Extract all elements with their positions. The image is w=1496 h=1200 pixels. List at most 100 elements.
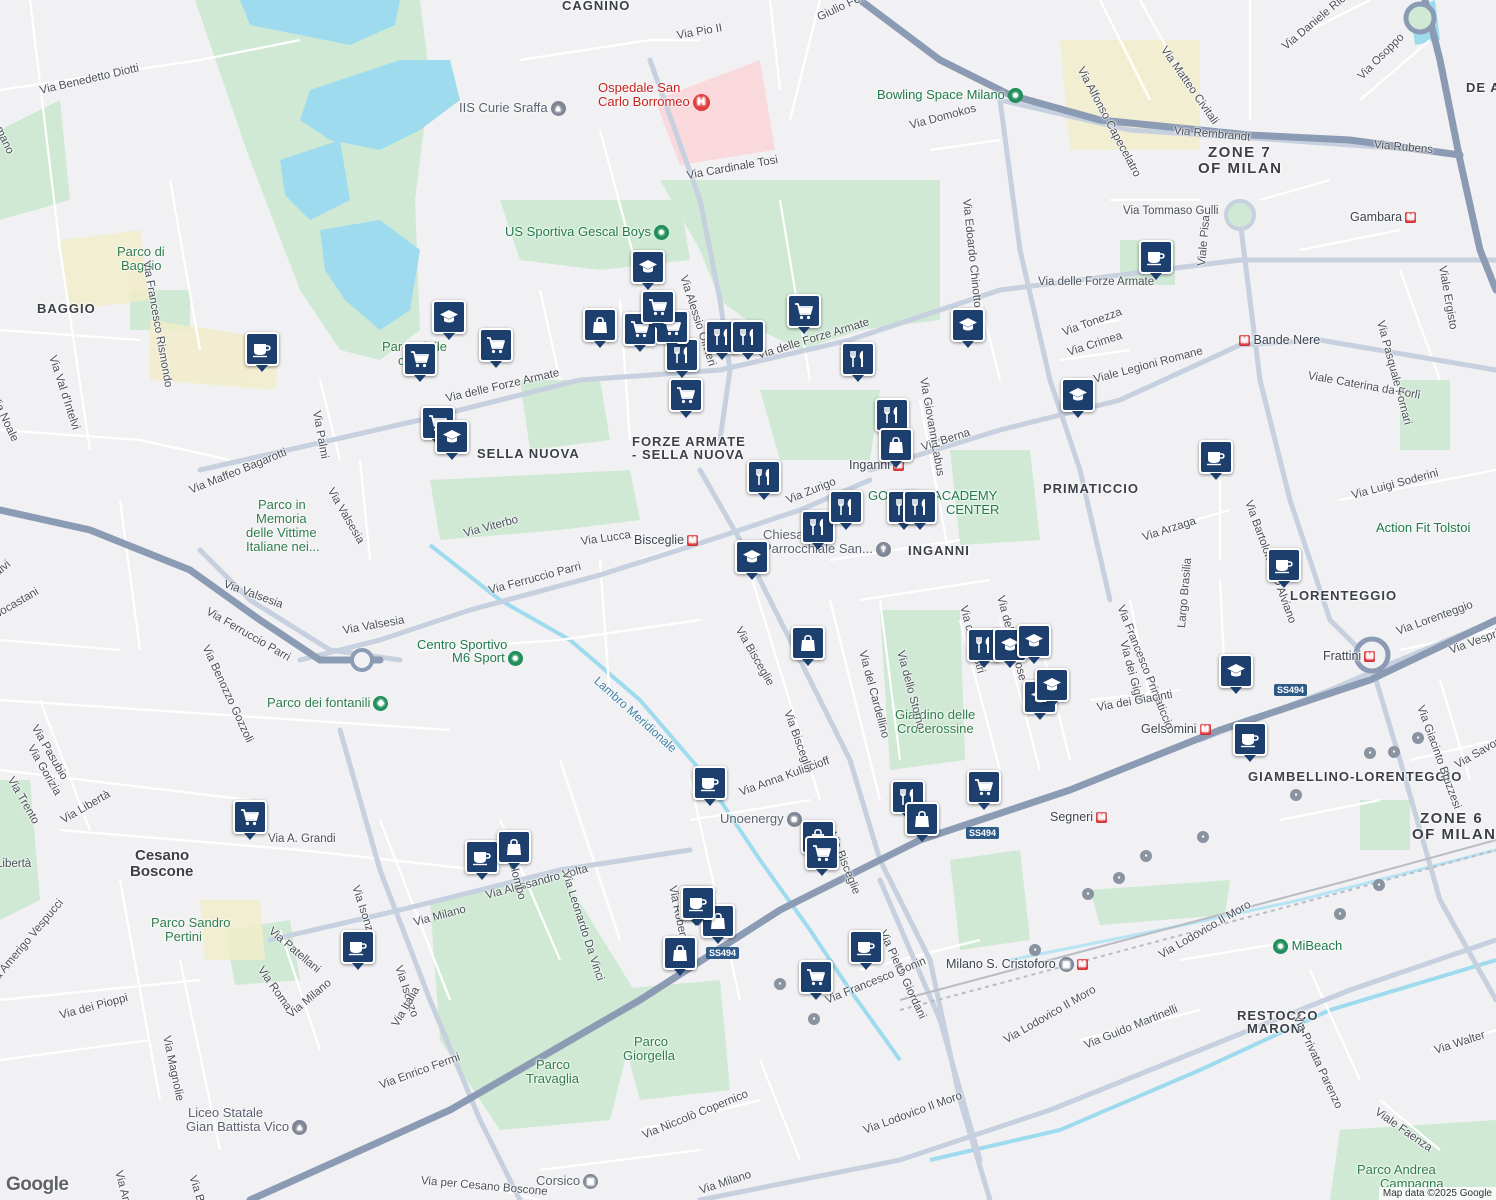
shopping-bag-marker[interactable]: [663, 936, 697, 976]
metro-station-label[interactable]: Milano S. Cristoforo ▣ M: [946, 957, 1088, 973]
grocery-cart-marker[interactable]: [233, 800, 267, 840]
grocery-cart-marker[interactable]: [479, 328, 513, 368]
park-area: [950, 850, 1030, 950]
restaurant-marker[interactable]: [731, 320, 765, 360]
poi-label-sport[interactable]: M6 Sport ●: [452, 650, 523, 667]
metro-station-label[interactable]: Gelsomini M: [1141, 722, 1211, 736]
poi-label-sport[interactable]: US Sportiva Gescal Boys ●: [505, 224, 669, 241]
bus-stop-icon[interactable]: ▪: [1364, 747, 1376, 759]
grocery-cart-marker[interactable]: [787, 294, 821, 334]
park-label: Parco di: [117, 244, 165, 259]
school-marker[interactable]: [432, 300, 466, 340]
cafe-marker[interactable]: [1139, 240, 1173, 280]
school-marker[interactable]: [735, 540, 769, 580]
school-icon: ▲: [550, 101, 566, 117]
metro-station-label[interactable]: Frattini M: [1323, 649, 1376, 663]
bus-stop-icon[interactable]: ▪: [1373, 879, 1385, 891]
street-label: Via delle Forze Armate: [1038, 276, 1155, 288]
map-canvas[interactable]: CAGNINO BAGGIO SELLA NUOVA FORZE ARMATE …: [0, 0, 1496, 1200]
bus-stop-icon[interactable]: ▪: [774, 978, 786, 990]
poi-label-liceo[interactable]: Gian Battista Vico ▲: [186, 1119, 308, 1136]
park-area: [0, 100, 70, 220]
cafe-marker[interactable]: [245, 332, 279, 372]
shopping-bag-marker[interactable]: [497, 830, 531, 870]
school-marker[interactable]: [951, 308, 985, 348]
poi-label-golarsa[interactable]: CENTER: [946, 502, 999, 517]
bus-stop-icon[interactable]: ▪: [1412, 732, 1424, 744]
bus-stop-icon[interactable]: ▪: [1140, 850, 1152, 862]
bus-stop-icon[interactable]: ▪: [1197, 831, 1209, 843]
restaurant-marker[interactable]: [747, 460, 781, 500]
hospital-icon: H: [692, 94, 710, 112]
park-label: Parco Andrea: [1357, 1162, 1436, 1177]
cafe-marker[interactable]: [1233, 722, 1267, 762]
poi-label-unoenergy[interactable]: Unoenergy ■: [720, 811, 802, 828]
metro-station-label[interactable]: Gambara M: [1350, 210, 1417, 224]
school-marker[interactable]: [1219, 654, 1253, 694]
school-marker[interactable]: [1017, 624, 1051, 664]
bus-stop-icon[interactable]: ▪: [808, 1013, 820, 1025]
bus-stop-icon[interactable]: ▪: [1113, 872, 1125, 884]
park-label: Parco dei fontanili ♣: [267, 696, 389, 712]
area-label: DE A: [1466, 80, 1496, 95]
restaurant-marker[interactable]: [841, 342, 875, 382]
cafe-marker[interactable]: [1267, 548, 1301, 588]
poi-label-gym[interactable]: Action Fit Tolstoi: [1376, 520, 1470, 535]
shopping-bag-marker[interactable]: [905, 802, 939, 842]
cafe-marker[interactable]: [465, 840, 499, 880]
school-marker[interactable]: [435, 420, 469, 460]
shopping-bag-marker[interactable]: [791, 626, 825, 666]
school-marker[interactable]: [1035, 668, 1069, 708]
area-label: BAGGIO: [37, 301, 96, 316]
school-marker[interactable]: [631, 250, 665, 290]
area-label: SELLA NUOVA: [477, 446, 580, 461]
poi-label-liceo[interactable]: Liceo Statale: [188, 1105, 263, 1120]
bus-stop-icon[interactable]: ▪: [1029, 944, 1041, 956]
bus-stop-icon[interactable]: ▪: [1334, 908, 1346, 920]
grocery-cart-marker[interactable]: [805, 836, 839, 876]
poi-label-mibeach[interactable]: ● MiBeach: [1270, 938, 1342, 955]
bus-stop-icon[interactable]: ▪: [1290, 789, 1302, 801]
grocery-cart-marker[interactable]: [669, 378, 703, 418]
park-label: Travaglia: [526, 1071, 579, 1086]
street-label: Via A. Grandi: [268, 833, 336, 845]
shopping-bag-marker[interactable]: [583, 308, 617, 348]
zone-label: ZONE 7: [1208, 144, 1272, 161]
cafe-marker[interactable]: [849, 930, 883, 970]
roundabout: [1403, 1, 1437, 35]
metro-icon: M: [1199, 724, 1211, 736]
restaurant-marker[interactable]: [875, 398, 909, 438]
poi-label-hospital[interactable]: Ospedale San: [598, 80, 680, 95]
bus-stop-icon[interactable]: ▪: [1082, 888, 1094, 900]
highway-shield: SS494: [1274, 684, 1308, 696]
park-pin-icon: ♣: [373, 696, 389, 712]
school-icon: ▲: [292, 1120, 308, 1136]
restaurant-marker[interactable]: [829, 490, 863, 530]
zone-label: ZONE 6: [1420, 810, 1484, 827]
school-marker[interactable]: [1061, 378, 1095, 418]
cafe-marker[interactable]: [341, 930, 375, 970]
map-attribution[interactable]: Map data ©2025 Google: [1378, 1187, 1496, 1200]
cafe-marker[interactable]: [1199, 440, 1233, 480]
park-label: Giorgella: [623, 1048, 676, 1063]
metro-station-label[interactable]: M Bande Nere: [1236, 333, 1320, 347]
grocery-cart-marker[interactable]: [967, 770, 1001, 810]
restaurant-marker[interactable]: [903, 490, 937, 530]
cafe-marker[interactable]: [693, 766, 727, 806]
highway-shield: SS494: [706, 947, 740, 959]
poi-label-school[interactable]: IIS Curie Sraffa ▲: [459, 100, 566, 117]
metro-station-label[interactable]: Bisceglie M: [634, 533, 699, 547]
park-label: Pertini: [165, 929, 202, 944]
roundabout: [350, 648, 374, 672]
bus-stop-icon[interactable]: ▪: [1388, 746, 1400, 758]
poi-label-hospital[interactable]: Carlo Borromeo H: [598, 94, 710, 112]
poi-label-bowling[interactable]: Bowling Space Milano ●: [877, 87, 1023, 104]
cafe-marker[interactable]: [681, 886, 715, 926]
grocery-cart-marker[interactable]: [641, 290, 675, 330]
shopping-bag-marker[interactable]: [879, 428, 913, 468]
sport-pin-icon: ●: [507, 651, 523, 667]
poi-label-church[interactable]: Chiesa: [763, 527, 803, 542]
grocery-cart-marker[interactable]: [403, 342, 437, 382]
grocery-cart-marker[interactable]: [799, 960, 833, 1000]
metro-station-label[interactable]: Segneri M: [1050, 810, 1108, 824]
